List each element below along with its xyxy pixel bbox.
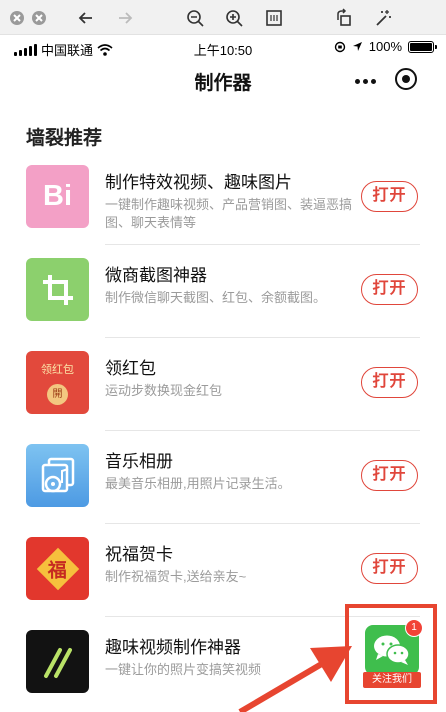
section-title: 墙裂推荐 — [26, 128, 103, 149]
item-name: 微商截图神器 — [105, 266, 207, 285]
magic-wand-icon[interactable] — [372, 7, 394, 29]
item-desc: 制作微信聊天截图、红包、余额截图。 — [105, 290, 327, 305]
close-tab-icon[interactable] — [6, 7, 28, 29]
item-desc: 运动步数换现金红包 — [105, 383, 223, 398]
status-right: 100% — [334, 39, 437, 54]
status-bar: 中国联通 上午10:50 100% — [0, 35, 446, 61]
nav-bar: 制作器 — [0, 61, 446, 101]
item-name: 音乐相册 — [105, 452, 173, 471]
battery-label: 100% — [368, 39, 402, 54]
follow-us-button[interactable]: 1 关注我们 — [363, 619, 423, 688]
more-icon[interactable] — [350, 71, 380, 91]
battery-icon — [408, 40, 437, 53]
follow-us-label: 关注我们 — [363, 672, 421, 688]
notification-badge: 1 — [405, 619, 423, 637]
music-album-icon — [26, 444, 89, 507]
list-item[interactable]: 微商截图神器 制作微信聊天截图、红包、余额截图。 打开 — [0, 245, 446, 338]
item-name: 祝福贺卡 — [105, 545, 173, 564]
crop-icon — [26, 258, 89, 321]
fit-screen-icon[interactable] — [263, 7, 285, 29]
bi-icon: Bi — [26, 165, 89, 228]
open-button[interactable]: 打开 — [361, 274, 418, 305]
open-button[interactable]: 打开 — [361, 367, 418, 398]
red-packet-icon: 领红包 開 — [26, 351, 89, 414]
close-miniprogram-icon[interactable] — [395, 68, 417, 90]
back-arrow-icon[interactable] — [75, 7, 97, 29]
list-item[interactable]: 领红包 開 领红包 运动步数换现金红包 打开 — [0, 338, 446, 431]
item-name: 领红包 — [105, 359, 156, 378]
open-button[interactable]: 打开 — [361, 181, 418, 212]
open-button[interactable]: 打开 — [361, 460, 418, 491]
item-desc: 最美音乐相册,用照片记录生活。 — [105, 476, 291, 491]
item-name: 趣味视频制作神器 — [105, 638, 241, 657]
rotate-icon[interactable] — [333, 7, 355, 29]
fun-video-icon — [26, 630, 89, 693]
open-button[interactable]: 打开 — [361, 553, 418, 584]
item-name: 制作特效视频、趣味图片 — [105, 173, 292, 192]
location-icon — [352, 42, 362, 51]
item-desc: 制作祝福贺卡,送给亲友~ — [105, 569, 247, 584]
item-desc: 一键制作趣味视频、产品营销图、装逼恶搞图、聊天表情等 — [105, 197, 353, 230]
browser-toolbar — [0, 0, 446, 35]
zoom-in-icon[interactable] — [223, 7, 245, 29]
rotation-lock-icon — [334, 41, 345, 52]
forward-arrow-icon[interactable] — [114, 7, 136, 29]
stop-icon[interactable] — [28, 7, 50, 29]
list-item[interactable]: Bi 制作特效视频、趣味图片 一键制作趣味视频、产品营销图、装逼恶搞图、聊天表情… — [0, 152, 446, 245]
annotation-arrow — [238, 646, 352, 712]
zoom-out-icon[interactable] — [184, 7, 206, 29]
list-item[interactable]: 音乐相册 最美音乐相册,用照片记录生活。 打开 — [0, 431, 446, 524]
fu-card-icon: 福 — [26, 537, 89, 600]
